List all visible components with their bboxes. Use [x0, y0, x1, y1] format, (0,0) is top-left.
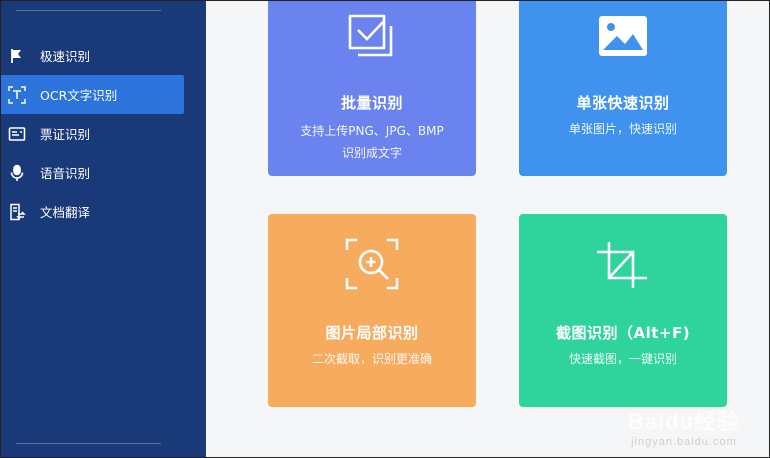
card-description: 快速截图，一键识别 [568, 352, 677, 366]
card-title: 截图识别（Alt+F) [555, 324, 691, 342]
sidebar-item-label: 票证识别 [40, 127, 91, 142]
image-icon [597, 14, 649, 62]
crop-icon [595, 240, 651, 294]
sidebar-item-voice[interactable]: 语音识别 [0, 153, 206, 192]
text-scan-icon [6, 85, 28, 105]
sidebar-item-label: 文档翻译 [40, 205, 91, 220]
card-title: 批量识别 [340, 94, 403, 112]
card-description: 支持上传PNG、JPG、BMP 识别成文字 [300, 124, 444, 160]
sidebar-item-label: 语音识别 [40, 166, 91, 181]
screenshot-recognition-card[interactable]: 截图识别（Alt+F) 快速截图，一键识别 [519, 214, 727, 407]
sidebar-divider-top [16, 10, 161, 11]
card-description: 单张图片，快速识别 [568, 122, 677, 136]
baidu-watermark: Baidu经验 jingyan.baidu.com [627, 409, 740, 448]
sidebar-item-label: OCR文字识别 [40, 88, 118, 103]
card-title: 单张快速识别 [576, 94, 670, 112]
sidebar-divider-bottom [16, 443, 161, 444]
single-recognition-card[interactable]: 单张快速识别 单张图片，快速识别 [519, 0, 727, 176]
id-card-icon [6, 124, 28, 144]
sidebar-item-ocr[interactable]: OCR文字识别 [0, 75, 184, 114]
card-title: 图片局部识别 [325, 324, 419, 342]
sidebar: 极速识别 OCR文字识别 票证识别 语音识别 文档翻译 [0, 0, 206, 458]
sidebar-nav: 极速识别 OCR文字识别 票证识别 语音识别 文档翻译 [0, 36, 206, 231]
sidebar-item-label: 极速识别 [40, 49, 91, 64]
flag-icon [6, 46, 28, 66]
microphone-icon [6, 163, 28, 183]
card-description: 二次截取，识别更准确 [311, 352, 432, 366]
sidebar-item-fast-recognition[interactable]: 极速识别 [0, 36, 206, 75]
batch-upload-icon [344, 12, 400, 66]
document-translate-icon [6, 202, 28, 222]
sidebar-item-translate[interactable]: 文档翻译 [0, 192, 206, 231]
partial-recognition-card[interactable]: 图片局部识别 二次截取，识别更准确 [268, 214, 476, 407]
sidebar-item-ticket[interactable]: 票证识别 [0, 114, 206, 153]
main-panel: 批量识别 支持上传PNG、JPG、BMP 识别成文字 单张快速识别 单张图片，快… [206, 0, 770, 458]
zoom-in-icon [345, 238, 399, 294]
batch-recognition-card[interactable]: 批量识别 支持上传PNG、JPG、BMP 识别成文字 [268, 0, 476, 176]
